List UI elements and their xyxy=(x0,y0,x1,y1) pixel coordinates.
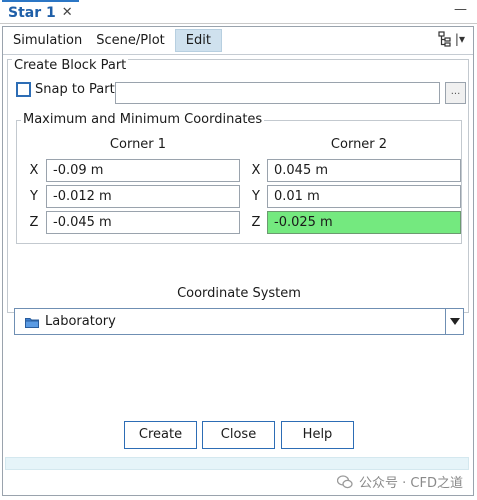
axis-z-label: Z xyxy=(29,215,39,230)
watermark: 公众号 · CFD之道 xyxy=(337,472,463,491)
corner-2-y-field[interactable]: 0.01 m xyxy=(267,185,461,208)
menu-edit[interactable]: Edit xyxy=(174,29,222,52)
coordinates-title: Maximum and Minimum Coordinates xyxy=(21,112,265,127)
coordinate-system-label: Coordinate System xyxy=(177,286,301,301)
tab-star-1[interactable]: Star 1 ✕ xyxy=(2,0,79,24)
menu-simulation[interactable]: Simulation xyxy=(9,30,86,51)
action-buttons: Create Close Help xyxy=(3,421,473,449)
chevron-down-icon: |▾ xyxy=(454,32,465,46)
menu-scene-plot[interactable]: Scene/Plot xyxy=(92,30,169,51)
axis-x-label: X xyxy=(251,163,261,178)
tree-view-button[interactable]: |▾ xyxy=(437,31,465,47)
corner-2-z-field[interactable]: -0.025 m xyxy=(267,211,461,234)
status-bar xyxy=(5,457,469,470)
axis-y-label: Y xyxy=(30,189,38,204)
snap-part-input[interactable] xyxy=(115,82,440,104)
corner-2-heading: Corner 2 xyxy=(330,137,388,152)
corner-1-z-field[interactable]: -0.045 m xyxy=(46,211,240,234)
coordinate-system-select[interactable]: Laboratory xyxy=(14,308,464,335)
snap-to-part-label: Snap to Part xyxy=(35,82,115,97)
snap-to-part-row: Snap to Part xyxy=(16,82,115,97)
group-title: Create Block Part xyxy=(12,58,129,73)
edit-panel: Simulation Scene/Plot Edit |▾ Create Blo… xyxy=(2,26,474,496)
axis-z-label: Z xyxy=(251,215,261,230)
help-button[interactable]: Help xyxy=(281,421,354,449)
axis-x-label: X xyxy=(29,163,39,178)
minimize-icon[interactable]: — xyxy=(454,2,467,17)
axis-y-label: Y xyxy=(252,189,260,204)
tree-view-icon xyxy=(438,31,451,47)
snap-to-part-checkbox[interactable] xyxy=(16,82,31,97)
coordinates-group: Maximum and Minimum Coordinates Corner 1… xyxy=(16,112,462,244)
tab-strip: Star 1 ✕ — xyxy=(0,0,477,24)
folder-icon xyxy=(25,317,39,328)
close-icon[interactable]: ✕ xyxy=(62,5,73,21)
wechat-icon xyxy=(337,474,353,488)
corner-1-x-field[interactable]: -0.09 m xyxy=(46,159,240,182)
menu-bar: Simulation Scene/Plot Edit |▾ xyxy=(3,27,473,55)
corner-2-x-field[interactable]: 0.045 m xyxy=(267,159,461,182)
create-button[interactable]: Create xyxy=(124,421,197,449)
watermark-text: 公众号 · CFD之道 xyxy=(359,476,463,491)
tab-title: Star 1 xyxy=(8,5,56,21)
browse-button[interactable]: ... xyxy=(445,82,466,104)
dropdown-arrow-icon[interactable] xyxy=(445,309,463,334)
corner-1-y-field[interactable]: -0.012 m xyxy=(46,185,240,208)
create-block-part-group: Create Block Part Snap to Part ... Maxim… xyxy=(7,58,469,335)
corner-1-heading: Corner 1 xyxy=(109,137,167,152)
coordinate-system-value: Laboratory xyxy=(45,314,116,329)
close-button[interactable]: Close xyxy=(202,421,275,449)
